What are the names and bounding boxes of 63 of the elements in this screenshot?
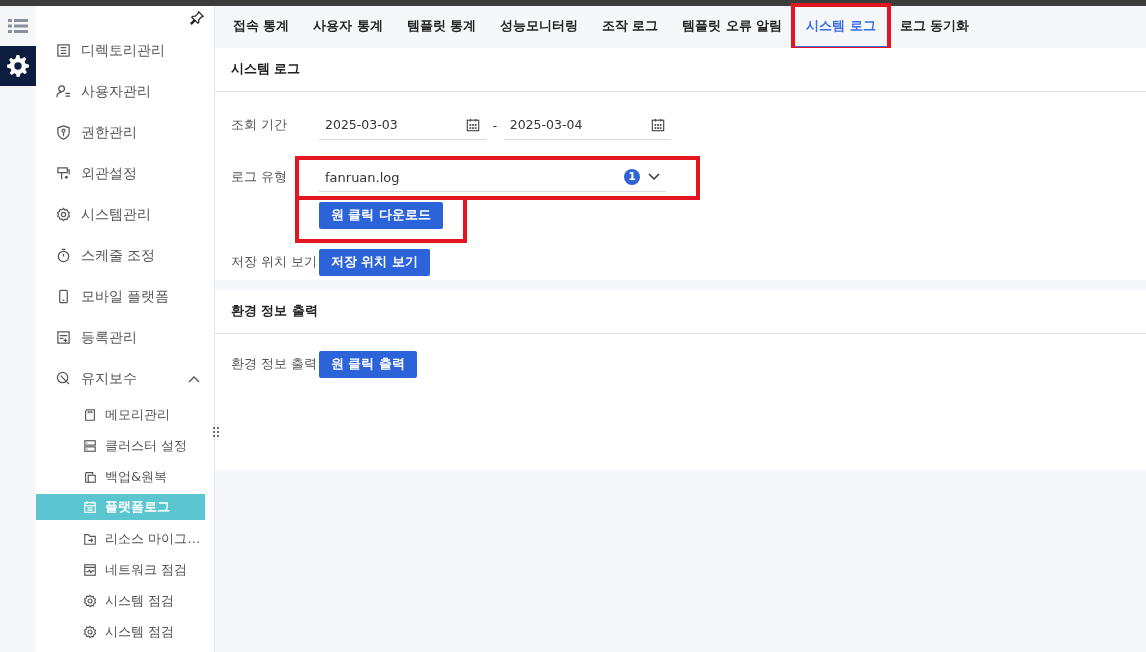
settings-button[interactable] (0, 46, 36, 86)
tab[interactable]: 시스템 로그 (794, 6, 888, 48)
list-icon (56, 43, 71, 58)
folder-icon (83, 531, 97, 546)
paint-roller-icon (56, 166, 71, 181)
sidebar-subitem[interactable]: 클러스터 설정 (36, 430, 205, 461)
field-label: 환경 정보 출력 (231, 354, 318, 373)
sidebar-item[interactable]: 등록관리 (36, 317, 214, 358)
user-icon (56, 84, 71, 99)
sidebar-subitem[interactable]: 리소스 마이그… (36, 523, 205, 554)
phone-icon (56, 289, 71, 304)
select-field[interactable]: fanruan.log 1 (319, 163, 666, 192)
gear-icon (83, 624, 97, 639)
shield-icon (56, 125, 71, 140)
date-field[interactable]: 2025-03-04 (503, 111, 671, 140)
section-title: 시스템 로그 (215, 48, 1146, 92)
location-button[interactable]: 저장 위치 보기 (319, 248, 430, 276)
field-label: 로그 유형 (231, 168, 288, 187)
pin-icon[interactable] (190, 11, 204, 25)
gear-icon (7, 55, 29, 77)
tab[interactable]: 성능모니터링 (488, 6, 591, 48)
sidebar-item[interactable]: 외관설정 (36, 153, 214, 194)
sidebar-item[interactable]: 시스템관리 (36, 194, 214, 235)
sidebar-item[interactable]: 디렉토리관리 (36, 30, 214, 71)
stopwatch-icon (56, 248, 71, 263)
gear-icon (56, 207, 71, 222)
sidebar-subitem[interactable]: 메모리관리 (36, 399, 205, 430)
drag-handle-icon[interactable] (212, 426, 220, 438)
chevron-up-icon (188, 374, 200, 383)
calendar-icon (650, 118, 665, 133)
sidebar-item[interactable]: 스케줄 조정 (36, 235, 214, 276)
tab[interactable]: 접속 통계 (221, 6, 302, 48)
tab[interactable]: 템플릿 통계 (394, 6, 489, 48)
section-title: 환경 정보 출력 (215, 290, 1146, 334)
chevron-down-icon (648, 173, 660, 182)
sidebar-subitem[interactable]: 백업&원복 (36, 461, 205, 492)
date-field[interactable]: 2025-03-03 (319, 111, 486, 140)
sidebar-item[interactable]: 사용자관리 (36, 71, 214, 112)
sidebar-subitem[interactable]: 시스템 점검 (36, 585, 205, 616)
sidebar-item[interactable]: 모바일 플랫폼 (36, 276, 214, 317)
gear-icon (83, 593, 97, 608)
calendar-icon (466, 118, 480, 133)
sidebar-subitem[interactable]: 네트워크 점검 (36, 554, 205, 585)
memory-card-icon (83, 407, 97, 422)
form-icon (56, 330, 71, 345)
tab[interactable]: 로그 동기화 (887, 6, 981, 48)
tab[interactable]: 조작 로그 (590, 6, 671, 48)
monitor-icon (83, 562, 97, 577)
server-icon (83, 438, 97, 453)
count-badge: 1 (624, 169, 640, 186)
list-icon (8, 18, 28, 34)
sidebar-subitem[interactable]: 시스템 점검 (36, 616, 205, 647)
field-label: 조회 기간 (231, 116, 288, 135)
sidebar-item[interactable]: 유지보수 (36, 358, 214, 399)
tab[interactable]: 템플릿 오류 알림 (670, 6, 795, 48)
tab[interactable]: 사용자 통계 (301, 6, 395, 48)
copy-icon (83, 469, 97, 484)
sidebar-item[interactable]: 권한관리 (36, 112, 214, 153)
calendar-icon (83, 500, 97, 514)
date-separator: - (492, 116, 498, 135)
field-label: 저장 위치 보기 (231, 252, 318, 271)
download-button[interactable]: 원 클릭 다운로드 (319, 202, 443, 229)
print-button[interactable]: 원 클릭 출력 (319, 350, 417, 378)
